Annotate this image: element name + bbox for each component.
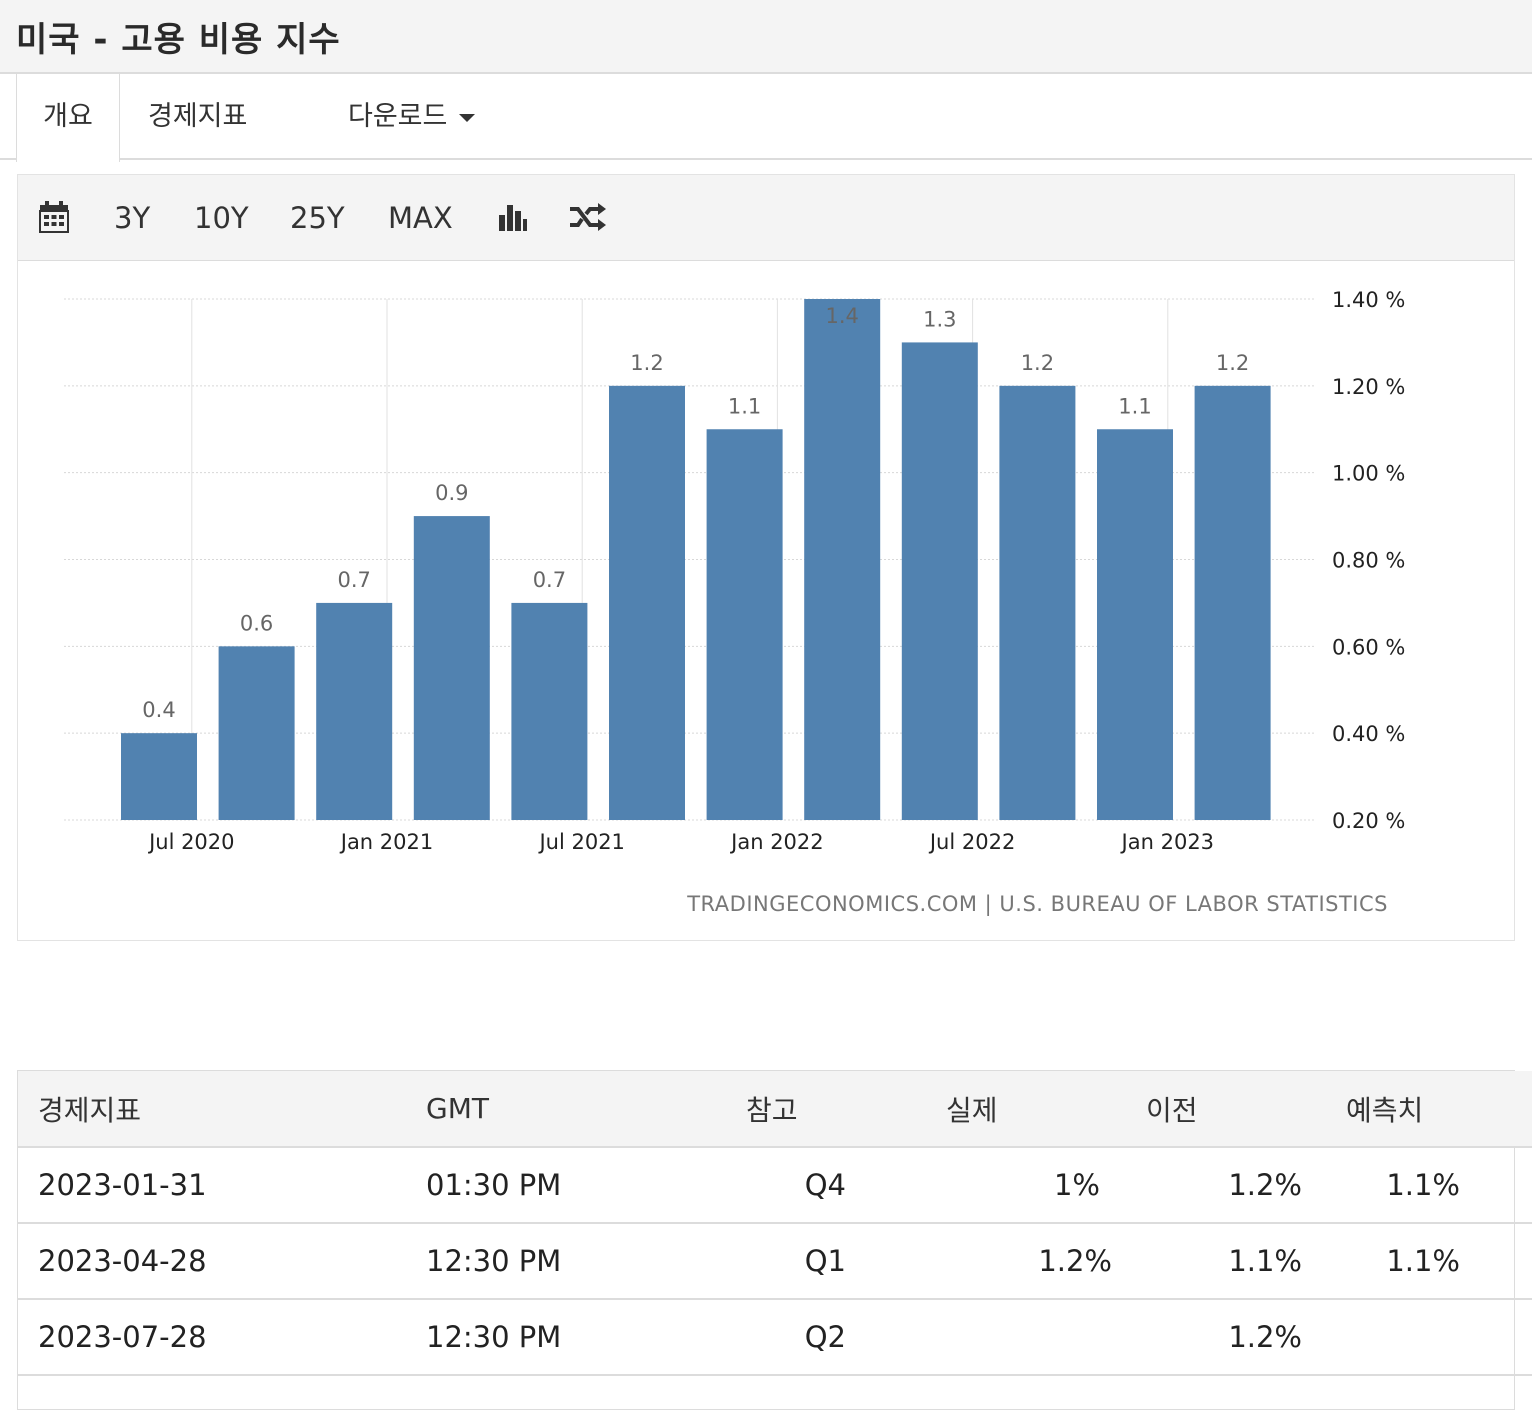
calendar-table: 경제지표 GMT 참고 실제 이전 예측치 2023-01-31 01:30 P… bbox=[17, 1070, 1532, 1410]
data-label: 1.3 bbox=[923, 307, 956, 331]
title-bar: 미국 - 고용 비용 지수 bbox=[0, 0, 1532, 74]
tab-bar: 개요 경제지표 다운로드 bbox=[0, 74, 1532, 162]
page-title: 미국 - 고용 비용 지수 bbox=[16, 20, 341, 60]
chart-bar bbox=[609, 385, 685, 820]
cell-reference: Q4 bbox=[746, 1147, 946, 1224]
y-tick-label: 0.20 % bbox=[1332, 809, 1405, 833]
bar-chart: 1.40 % 1.20 % 1.00 % 0.80 % 0.60 % 0.40 % 0.20… bbox=[64, 288, 1405, 917]
chart-bar bbox=[1097, 429, 1173, 820]
chart-bar bbox=[218, 646, 295, 820]
cell-reference: Q1 bbox=[746, 1223, 946, 1300]
x-tick-label: Jul 2022 bbox=[928, 830, 1015, 854]
data-label: 1.1 bbox=[728, 394, 761, 418]
chart-bar bbox=[316, 602, 393, 820]
chart-bar bbox=[1194, 385, 1271, 820]
cell-forecast: 1.1% bbox=[1346, 1223, 1532, 1300]
x-tick-label: Jul 2020 bbox=[147, 830, 234, 854]
chart-bar bbox=[511, 602, 588, 820]
header-forecast: 예측치 bbox=[1346, 1071, 1532, 1148]
table-row: 2023-01-31 01:30 PM Q4 1% 1.2% 1.1% bbox=[18, 1147, 1532, 1224]
chart-bar bbox=[999, 385, 1076, 820]
data-label: 0.6 bbox=[240, 611, 273, 635]
data-label: 1.2 bbox=[1021, 351, 1054, 375]
header-actual: 실제 bbox=[946, 1071, 1146, 1148]
data-label: 0.9 bbox=[435, 481, 468, 505]
chart-bar bbox=[413, 516, 490, 820]
y-tick-label: 1.40 % bbox=[1332, 288, 1405, 312]
chart-panel: 3Y 10Y 25Y MAX 1.40 % 1.20 % 1.00 % 0.80 % 0… bbox=[17, 174, 1515, 941]
y-tick-label: 0.80 % bbox=[1332, 549, 1405, 573]
cell-forecast bbox=[1346, 1299, 1532, 1376]
chart-bar bbox=[901, 342, 978, 820]
table-row: 2023-07-28 12:30 PM Q2 1.2% bbox=[18, 1299, 1532, 1376]
tab-overview[interactable]: 개요 bbox=[16, 74, 120, 162]
calendar-grid: 경제지표 GMT 참고 실제 이전 예측치 2023-01-31 01:30 P… bbox=[18, 1071, 1532, 1376]
cell-time: 01:30 PM bbox=[426, 1147, 746, 1224]
header-gmt: GMT bbox=[426, 1071, 746, 1148]
tab-indicators[interactable]: 경제지표 bbox=[148, 74, 247, 160]
cell-previous: 1.2% bbox=[1146, 1299, 1346, 1376]
data-label: 1.1 bbox=[1118, 394, 1151, 418]
tab-download[interactable]: 다운로드 bbox=[348, 74, 476, 160]
header-reference: 참고 bbox=[746, 1071, 946, 1148]
data-label: 0.7 bbox=[533, 568, 566, 592]
y-tick-label: 0.40 % bbox=[1332, 722, 1405, 746]
cell-previous: 1.2% bbox=[1146, 1147, 1346, 1224]
caret-down-icon bbox=[459, 113, 476, 122]
chart-bar bbox=[706, 429, 783, 820]
cell-date: 2023-04-28 bbox=[18, 1223, 426, 1300]
chart-source: TRADINGECONOMICS.COM | U.S. BUREAU OF LA… bbox=[686, 892, 1388, 917]
table-row: 2023-04-28 12:30 PM Q1 1.2% 1.1% 1.1% bbox=[18, 1223, 1532, 1300]
chart-bar bbox=[804, 299, 881, 820]
cell-forecast: 1.1% bbox=[1346, 1147, 1532, 1224]
cell-actual: 1% bbox=[946, 1147, 1146, 1224]
x-tick-label: Jan 2023 bbox=[1120, 830, 1215, 854]
x-tick-label: Jul 2021 bbox=[537, 830, 624, 854]
tab-download-label: 다운로드 bbox=[348, 101, 448, 132]
cell-previous: 1.1% bbox=[1146, 1223, 1346, 1300]
cell-actual: 1.2% bbox=[946, 1223, 1146, 1300]
cell-actual bbox=[946, 1299, 1146, 1376]
data-label: 0.7 bbox=[337, 568, 370, 592]
y-tick-label: 0.60 % bbox=[1332, 635, 1405, 659]
cell-date: 2023-07-28 bbox=[18, 1299, 426, 1376]
y-tick-label: 1.00 % bbox=[1332, 462, 1405, 486]
cell-time: 12:30 PM bbox=[426, 1223, 746, 1300]
chart-bar bbox=[121, 733, 197, 820]
header-indicator: 경제지표 bbox=[18, 1071, 426, 1148]
cell-time: 12:30 PM bbox=[426, 1299, 746, 1376]
x-tick-label: Jan 2022 bbox=[729, 830, 824, 854]
y-tick-label: 1.20 % bbox=[1332, 375, 1405, 399]
data-label: 1.4 bbox=[825, 304, 858, 328]
table-header-row: 경제지표 GMT 참고 실제 이전 예측치 bbox=[18, 1071, 1532, 1148]
header-previous: 이전 bbox=[1146, 1071, 1346, 1148]
data-label: 0.4 bbox=[142, 698, 175, 722]
cell-date: 2023-01-31 bbox=[18, 1147, 426, 1224]
data-label: 1.2 bbox=[1216, 351, 1249, 375]
cell-reference: Q2 bbox=[746, 1299, 946, 1376]
x-tick-label: Jan 2021 bbox=[339, 830, 434, 854]
data-label: 1.2 bbox=[630, 351, 663, 375]
